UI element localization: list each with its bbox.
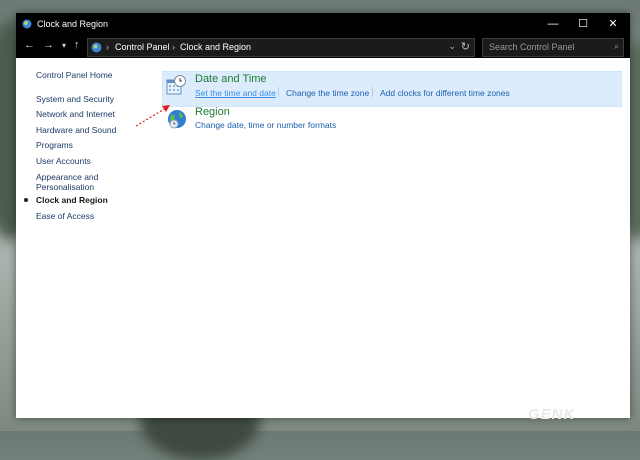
search-placeholder: Search Control Panel: [489, 42, 575, 52]
control-panel-window: Clock and Region — ☐ ✕ ← → ▾ ↑ › Control…: [16, 13, 630, 418]
search-icon[interactable]: ⌕: [614, 41, 619, 52]
sidebar-item-appearance-line1[interactable]: Appearance and: [36, 172, 98, 182]
maximize-button[interactable]: ☐: [568, 13, 598, 36]
link-divider: [278, 87, 279, 97]
sidebar-item-appearance-line2[interactable]: Personalisation: [36, 182, 94, 192]
annotation-arrow: [135, 105, 170, 127]
address-dropdown-icon[interactable]: ⌄: [448, 41, 456, 52]
refresh-icon[interactable]: ↻: [461, 40, 470, 53]
change-formats-link[interactable]: Change date, time or number formats: [195, 120, 336, 130]
sidebar-item-user-accounts[interactable]: User Accounts: [36, 156, 91, 166]
sidebar-item-clock-and-region[interactable]: Clock and Region: [36, 195, 108, 205]
search-box[interactable]: Search Control Panel ⌕: [482, 38, 624, 57]
minimize-button[interactable]: —: [538, 13, 568, 36]
add-clocks-link[interactable]: Add clocks for different time zones: [380, 88, 510, 98]
sidebar-item-ease-of-access[interactable]: Ease of Access: [36, 211, 94, 221]
link-divider: [372, 87, 373, 97]
close-button[interactable]: ✕: [598, 13, 628, 36]
change-time-zone-link[interactable]: Change the time zone: [286, 88, 369, 98]
active-item-bullet: [24, 198, 28, 202]
watermark-logo: GENK: [528, 406, 576, 423]
